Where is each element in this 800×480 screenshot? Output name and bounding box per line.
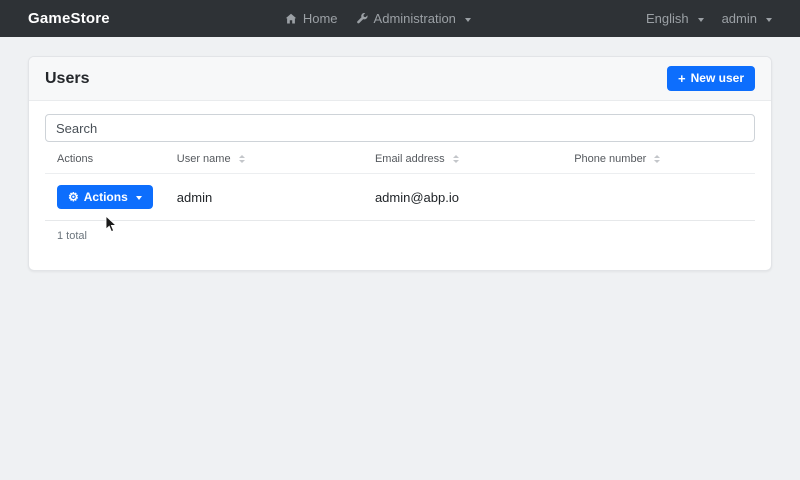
main-nav: Home Administration bbox=[285, 11, 471, 26]
brand-logo[interactable]: GameStore bbox=[28, 10, 110, 27]
column-header-phone-number[interactable]: Phone number bbox=[562, 144, 755, 174]
column-header-actions: Actions bbox=[45, 144, 165, 174]
nav-item-home[interactable]: Home bbox=[285, 11, 338, 26]
wrench-icon bbox=[356, 12, 368, 25]
gear-icon: ⚙ bbox=[68, 190, 79, 205]
top-navbar: GameStore Home Administration English ad… bbox=[0, 0, 800, 37]
row-actions-label: Actions bbox=[83, 190, 128, 204]
nav-administration-label: Administration bbox=[373, 11, 456, 26]
plus-icon: + bbox=[678, 70, 686, 86]
new-user-button-label: New user bbox=[690, 71, 744, 86]
column-header-label: Email address bbox=[374, 153, 445, 165]
users-card-header: Users + New user bbox=[29, 57, 771, 101]
table-row: ⚙ Actions admin admin@abp.io bbox=[45, 173, 755, 222]
column-header-label: Phone number bbox=[574, 153, 647, 165]
nav-item-administration[interactable]: Administration bbox=[356, 11, 471, 26]
chevron-down-icon bbox=[135, 196, 142, 201]
new-user-button[interactable]: + New user bbox=[667, 66, 755, 91]
column-header-email-address[interactable]: Email address bbox=[362, 144, 563, 174]
column-header-label: Actions bbox=[57, 153, 94, 165]
user-menu-label: admin bbox=[721, 11, 757, 26]
user-menu[interactable]: admin bbox=[722, 11, 772, 26]
chevron-down-icon bbox=[766, 17, 772, 22]
page-content: Users + New user Actions Use bbox=[0, 37, 800, 272]
cell-phone-number bbox=[562, 173, 755, 222]
column-header-user-name[interactable]: User name bbox=[164, 144, 363, 174]
cell-actions: ⚙ Actions bbox=[45, 173, 165, 222]
chevron-down-icon bbox=[697, 17, 704, 22]
language-menu-label: English bbox=[645, 11, 689, 26]
total-count: 1 total bbox=[57, 230, 87, 243]
sort-icon bbox=[452, 155, 459, 164]
cell-email-address: admin@abp.io bbox=[362, 173, 563, 222]
users-card-body: Actions User name Email address Phone nu… bbox=[29, 101, 771, 270]
language-menu[interactable]: English bbox=[646, 11, 704, 26]
users-table: Actions User name Email address Phone nu… bbox=[45, 144, 755, 222]
column-header-label: User name bbox=[176, 153, 231, 165]
search-input[interactable] bbox=[45, 114, 755, 142]
cell-user-name: admin bbox=[164, 173, 363, 222]
users-card: Users + New user Actions Use bbox=[28, 56, 772, 272]
nav-home-label: Home bbox=[302, 11, 338, 26]
row-actions-button[interactable]: ⚙ Actions bbox=[57, 185, 153, 210]
sort-icon bbox=[238, 155, 245, 164]
table-header-row: Actions User name Email address Phone nu… bbox=[45, 144, 755, 174]
home-icon bbox=[285, 13, 297, 25]
chevron-down-icon bbox=[464, 17, 471, 22]
navbar-right: English admin bbox=[646, 11, 772, 26]
page-title: Users bbox=[45, 69, 90, 87]
sort-icon bbox=[654, 155, 661, 164]
